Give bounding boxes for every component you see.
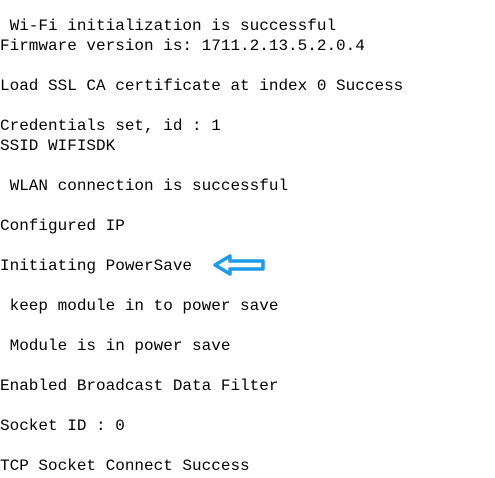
- arrow-shape: [213, 254, 265, 276]
- console-output: Wi-Fi initialization is successful Firmw…: [0, 16, 495, 476]
- log-line-module-powersave: Module is in power save: [0, 337, 231, 355]
- log-line-wifi-init: Wi-Fi initialization is successful: [0, 17, 337, 35]
- log-line-tcp-connect: TCP Socket Connect Success: [0, 457, 250, 475]
- log-line-socket-id: Socket ID : 0: [0, 417, 125, 435]
- log-line-credentials: Credentials set, id : 1: [0, 117, 221, 135]
- log-line-blank: [0, 96, 495, 116]
- log-line-blank: [0, 56, 495, 76]
- log-line-firmware-version: Firmware version is: 1711.2.13.5.2.0.4: [0, 37, 365, 55]
- log-line-blank: [0, 156, 495, 176]
- log-line-wlan-connection: WLAN connection is successful: [0, 177, 289, 195]
- log-line-blank: [0, 316, 495, 336]
- log-line-broadcast-filter: Enabled Broadcast Data Filter: [0, 377, 279, 395]
- log-line-keep-module: keep module in to power save: [0, 297, 279, 315]
- log-line-blank: [0, 356, 495, 376]
- log-line-ssid: SSID WIFISDK: [0, 137, 116, 155]
- log-line-configured-ip: Configured IP: [0, 217, 125, 235]
- log-line-blank: [0, 396, 495, 416]
- log-line-blank: [0, 196, 495, 216]
- log-line-blank: [0, 276, 495, 296]
- log-line-ssl-ca: Load SSL CA certificate at index 0 Succe…: [0, 77, 404, 95]
- left-arrow-icon: [213, 254, 265, 276]
- log-line-blank: [0, 436, 495, 456]
